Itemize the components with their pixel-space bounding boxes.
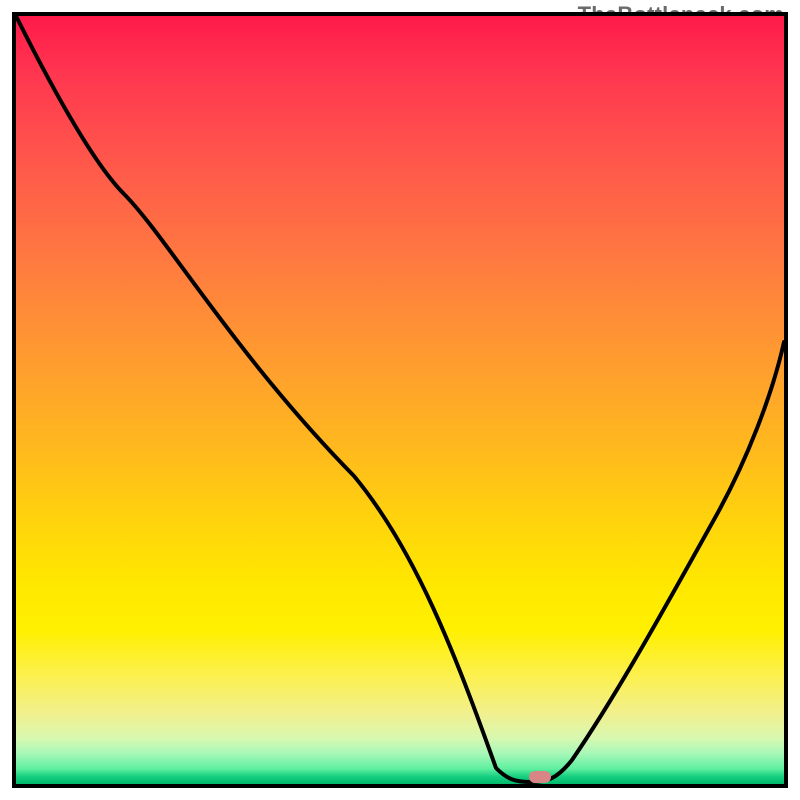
- bottleneck-chart: TheBottleneck.com: [0, 0, 800, 800]
- min-marker: [529, 771, 551, 783]
- curve-svg: [16, 16, 784, 784]
- bottleneck-curve-path: [16, 16, 784, 782]
- plot-area: [12, 12, 788, 788]
